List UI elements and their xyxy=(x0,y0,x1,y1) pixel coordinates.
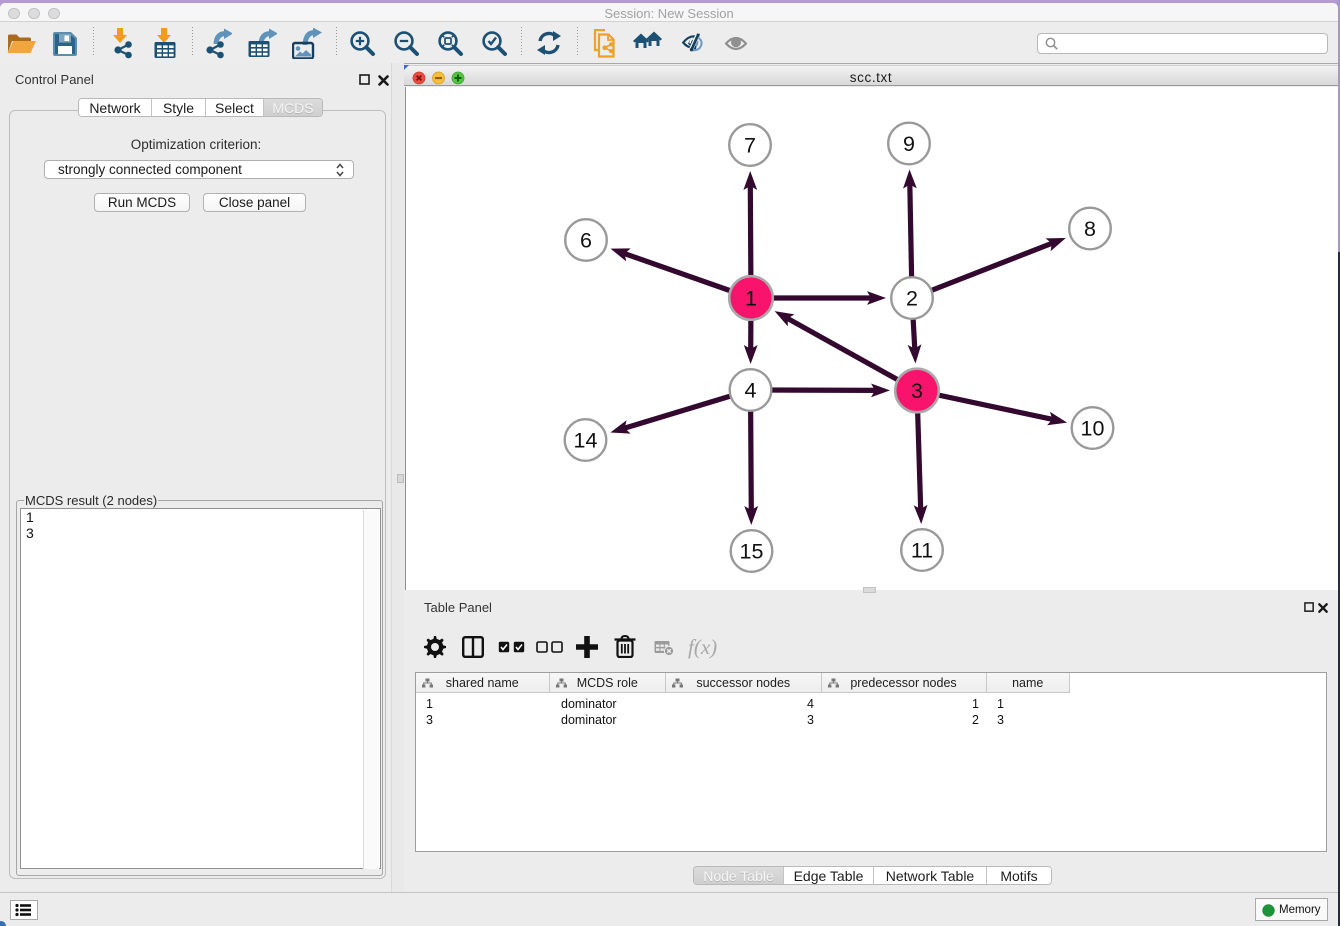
svg-text:8: 8 xyxy=(1084,217,1096,241)
svg-text:14: 14 xyxy=(574,429,598,453)
svg-text:7: 7 xyxy=(744,134,756,158)
svg-text:1: 1 xyxy=(745,287,757,311)
svg-text:15: 15 xyxy=(740,540,764,564)
svg-text:10: 10 xyxy=(1081,417,1105,441)
svg-text:6: 6 xyxy=(580,229,592,253)
svg-text:11: 11 xyxy=(911,539,933,563)
svg-text:9: 9 xyxy=(903,132,915,156)
svg-text:2: 2 xyxy=(906,287,918,311)
svg-text:4: 4 xyxy=(745,379,757,403)
svg-text:3: 3 xyxy=(911,379,923,403)
